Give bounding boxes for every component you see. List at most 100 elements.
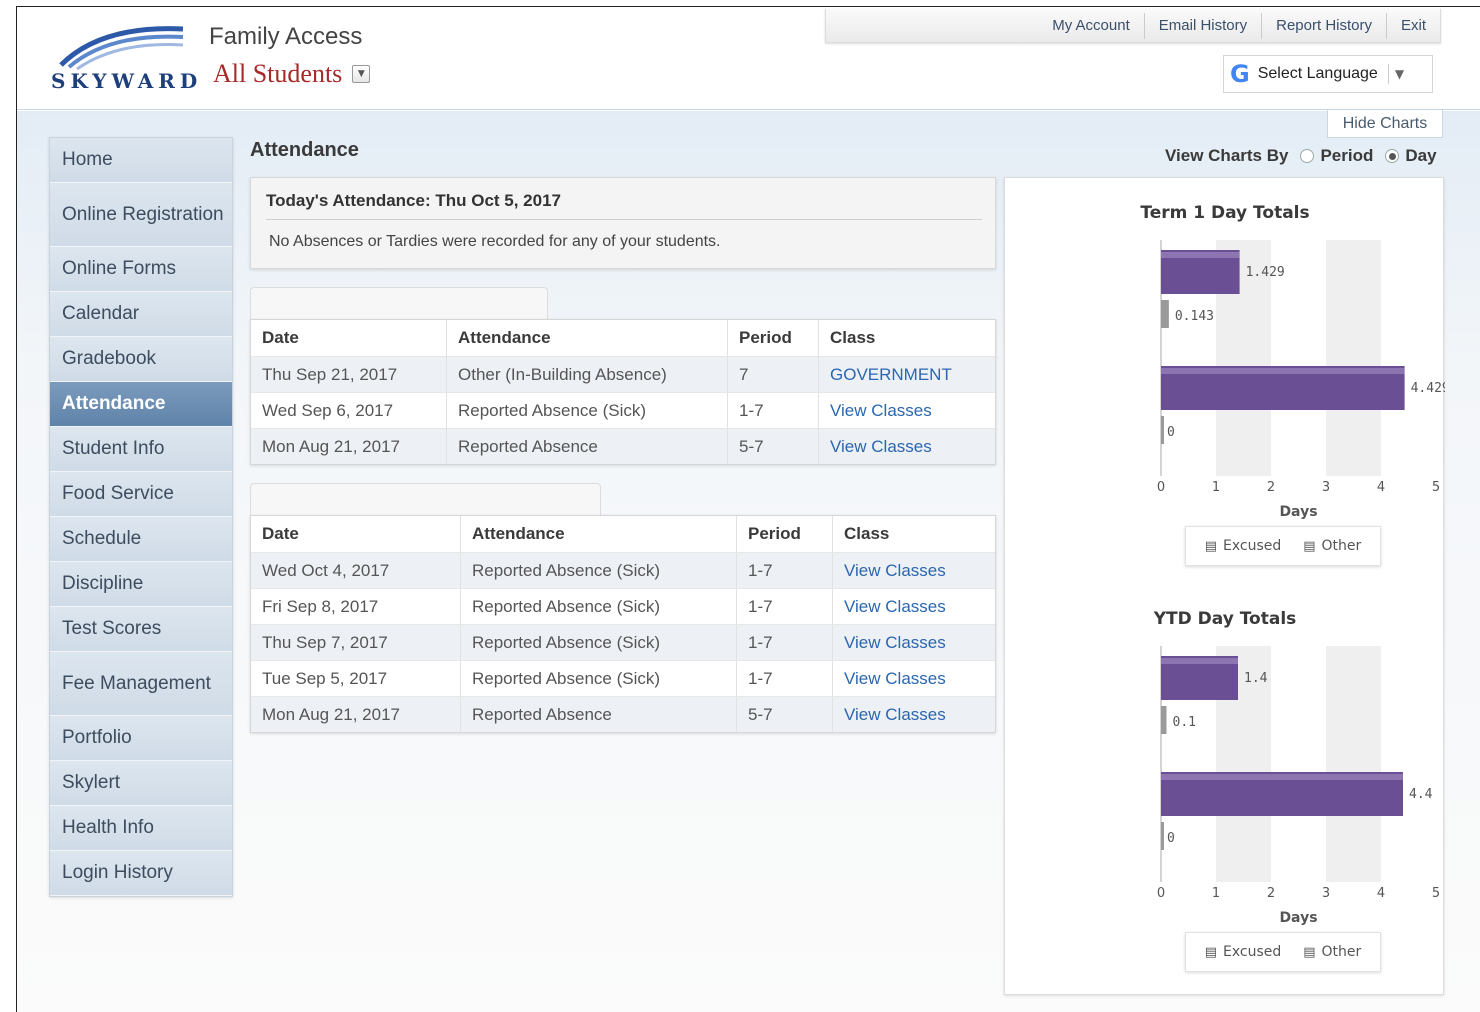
my-account-link[interactable]: My Account [1038,13,1144,39]
legend-excused[interactable]: ▤ Excused [1205,944,1282,960]
bar-highlight [1161,658,1238,664]
chart-legend: ▤ Excused ▤ Other [1185,932,1381,972]
sidebar-item-portfolio[interactable]: Portfolio [50,716,232,761]
sidebar-item-gradebook[interactable]: Gradebook [50,337,232,382]
table-row: Thu Sep 7, 2017 Reported Absence (Sick) … [251,624,995,660]
hide-charts-button[interactable]: Hide Charts [1327,110,1443,138]
sidebar-item-home[interactable]: Home [50,138,232,183]
class-link[interactable]: GOVERNMENT [819,357,995,392]
sidebar-item-health-info[interactable]: Health Info [50,806,232,851]
select-language-dropdown[interactable]: G Select Language ▼ [1223,55,1433,93]
sidebar-item-skylert[interactable]: Skylert [50,761,232,806]
column-header-class[interactable]: Class [833,516,995,552]
page-title: Attendance [250,139,359,161]
period-radio-label[interactable]: Period [1320,146,1373,166]
sidebar-item-discipline[interactable]: Discipline [50,562,232,607]
chevron-down-icon[interactable]: ▼ [1395,67,1404,81]
tick-label: 4 [1377,886,1385,901]
data-label: 0 [1167,831,1175,846]
sidebar-item-fee-management[interactable]: Fee Management [50,652,232,716]
attendance-cell: Reported Absence (Sick) [461,553,737,588]
sidebar-item-test-scores[interactable]: Test Scores [50,607,232,652]
column-header-date[interactable]: Date [251,516,461,552]
student-tab[interactable] [250,483,601,517]
attendance-table-1: Date Attendance Period Class Thu Sep 21,… [250,319,996,465]
period-cell: 1-7 [737,553,833,588]
view-classes-link[interactable]: View Classes [819,429,995,464]
data-label: 1.429 [1246,265,1285,280]
column-header-attendance[interactable]: Attendance [461,516,737,552]
attendance-table-2: Date Attendance Period Class Wed Oct 4, … [250,515,996,733]
view-classes-link[interactable]: View Classes [833,697,995,732]
period-radio[interactable] [1300,149,1315,163]
chart-title: YTD Day Totals [1153,609,1297,629]
period-cell: 5-7 [728,429,819,464]
sidebar-item-online-forms[interactable]: Online Forms [50,247,232,292]
date-cell: Thu Sep 21, 2017 [251,357,447,392]
table-row: Wed Sep 6, 2017 Reported Absence (Sick) … [251,392,995,428]
tick-label: 1 [1212,480,1220,495]
skyward-logo[interactable]: SKYWARD [51,21,197,97]
view-classes-link[interactable]: View Classes [833,661,995,696]
day-radio[interactable] [1385,149,1400,163]
student-tab[interactable] [250,287,548,321]
divider [1387,64,1389,84]
tick-label: 4 [1377,480,1385,495]
tick-label: 3 [1322,480,1330,495]
column-header-class[interactable]: Class [819,320,995,356]
attendance-cell: Reported Absence [447,429,728,464]
column-header-date[interactable]: Date [251,320,447,356]
grid-band [1326,646,1381,882]
column-header-period[interactable]: Period [737,516,833,552]
date-cell: Thu Sep 7, 2017 [251,625,461,660]
data-label: 4.4 [1409,787,1433,802]
legend-label: Other [1321,538,1362,554]
legend-excused[interactable]: ▤ Excused [1205,538,1282,554]
column-header-period[interactable]: Period [728,320,819,356]
table-header: Date Attendance Period Class [251,320,995,356]
sidebar-item-online-registration[interactable]: Online Registration [50,183,232,247]
period-cell: 5-7 [737,697,833,732]
sidebar-item-food-service[interactable]: Food Service [50,472,232,517]
legend-other[interactable]: ▤ Other [1303,538,1361,554]
attendance-cell: Reported Absence (Sick) [461,661,737,696]
chevron-down-icon[interactable]: ▼ [352,65,371,83]
student-selector-label: All Students [213,59,343,88]
grid-band [1326,240,1381,476]
tick-label: 0 [1157,480,1165,495]
date-cell: Wed Oct 4, 2017 [251,553,461,588]
day-radio-label[interactable]: Day [1405,146,1436,166]
sidebar-item-schedule[interactable]: Schedule [50,517,232,562]
view-classes-link[interactable]: View Classes [833,625,995,660]
period-cell: 1-7 [737,589,833,624]
sidebar-item-attendance[interactable]: Attendance [50,382,232,427]
date-cell: Fri Sep 8, 2017 [251,589,461,624]
select-language-label: Select Language [1257,65,1378,82]
exit-link[interactable]: Exit [1385,12,1440,39]
todays-attendance-title: Today's Attendance: Thu Oct 5, 2017 [266,191,562,210]
view-classes-link[interactable]: View Classes [833,589,995,624]
ytd-day-totals-chart: 1.4 0.1 4.4 0 0 1 2 3 4 5 Days [1157,646,1440,926]
legend-other[interactable]: ▤ Other [1303,944,1361,960]
data-label: 0.1 [1173,715,1196,730]
logo-swoosh-icon [59,26,184,71]
report-history-link[interactable]: Report History [1261,12,1386,39]
view-classes-link[interactable]: View Classes [819,393,995,428]
legend-label: Excused [1222,944,1282,960]
sidebar-item-login-history[interactable]: Login History [50,851,232,896]
bar-other [1161,822,1164,850]
column-header-attendance[interactable]: Attendance [447,320,728,356]
tick-label: 5 [1432,480,1440,495]
table-row: Mon Aug 21, 2017 Reported Absence 5-7 Vi… [251,696,995,732]
todays-attendance-box: Today's Attendance: Thu Oct 5, 2017 No A… [250,177,996,269]
legend-label: Other [1321,944,1362,960]
bar-other [1161,706,1167,734]
student-selector[interactable]: All Students ▼ [213,59,371,89]
sidebar-item-student-info[interactable]: Student Info [50,427,232,472]
email-history-link[interactable]: Email History [1143,12,1261,39]
tick-label: 2 [1267,480,1275,495]
table-row: Thu Sep 21, 2017 Other (In-Building Abse… [251,356,995,392]
bar-chart-icon: ▤ [1303,944,1316,960]
view-classes-link[interactable]: View Classes [833,553,995,588]
sidebar-item-calendar[interactable]: Calendar [50,292,232,337]
